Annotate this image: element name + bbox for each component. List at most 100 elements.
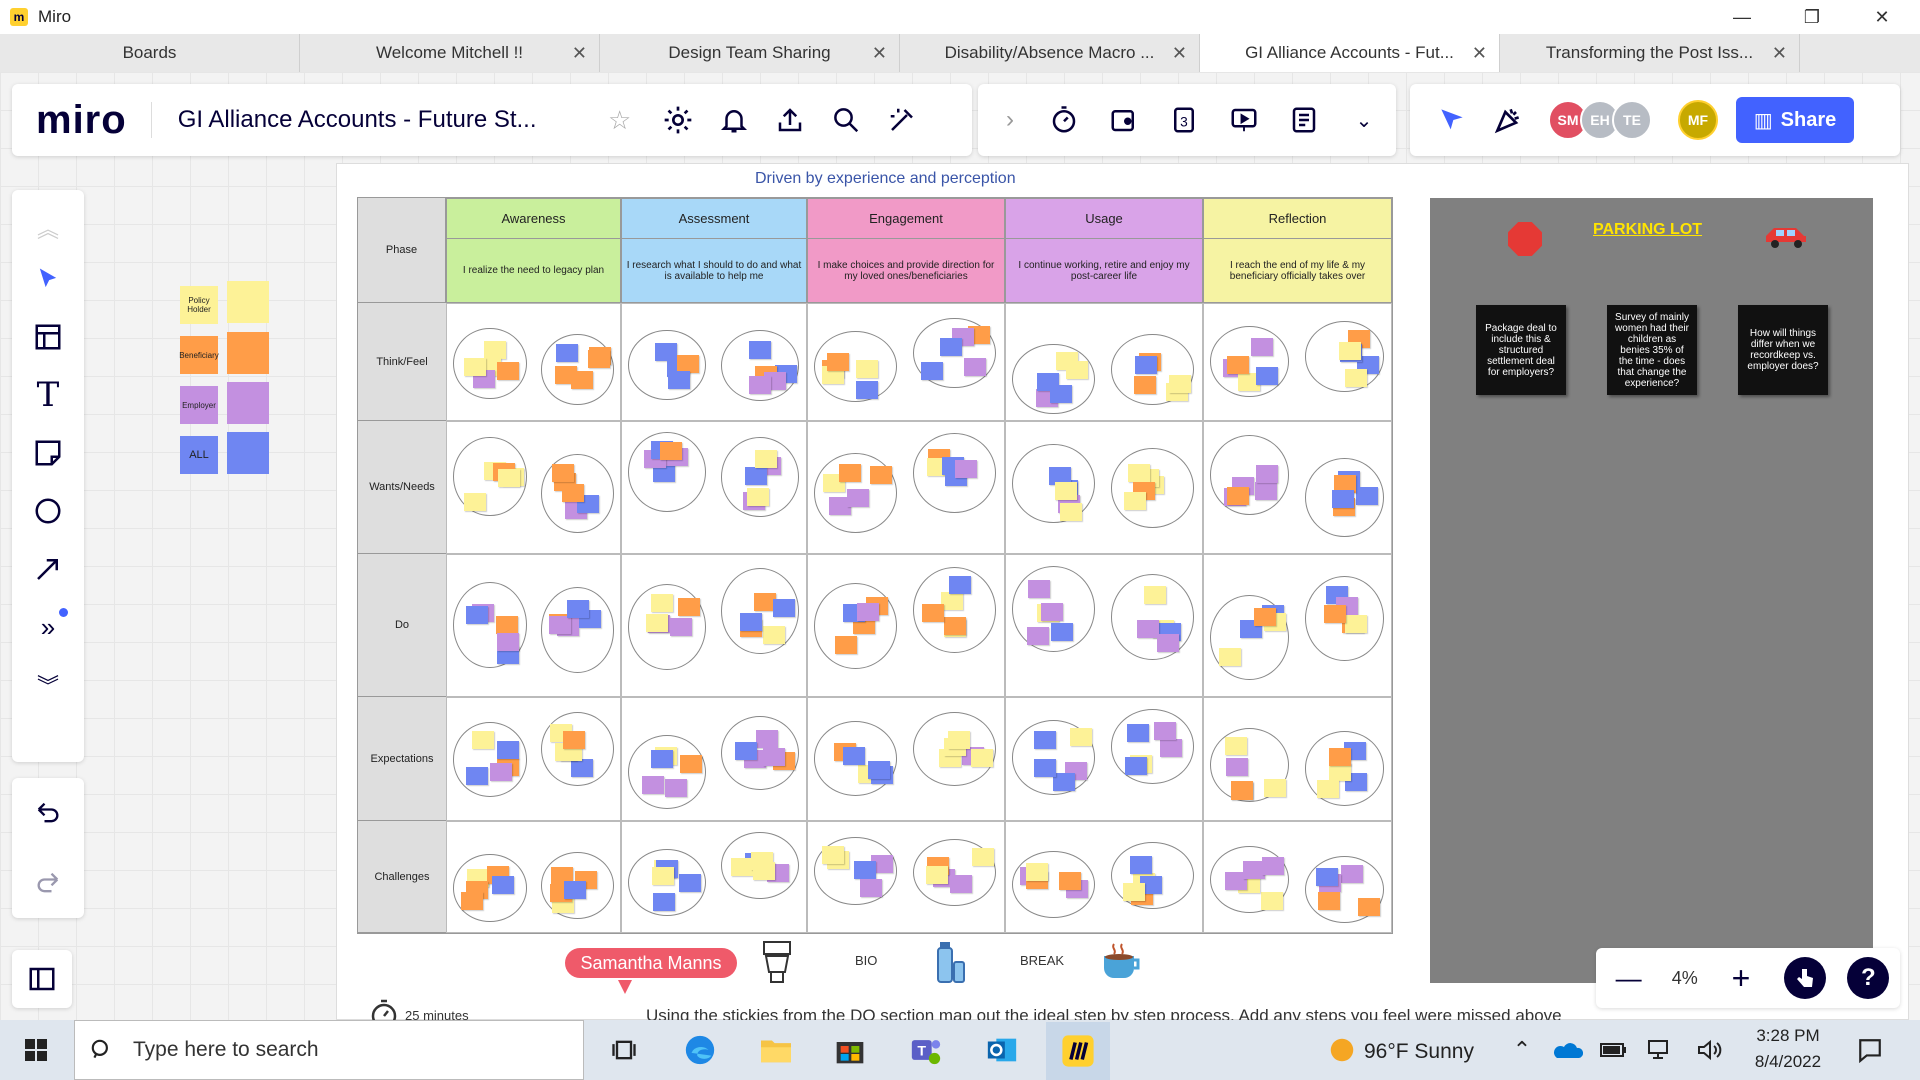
sticky-note[interactable] [1049,384,1072,403]
close-tab-icon[interactable]: ✕ [1472,43,1487,64]
settings-icon[interactable] [656,98,700,142]
sticky-note[interactable] [1127,723,1150,742]
sticky-note[interactable] [868,761,891,780]
sticky-note[interactable] [856,380,879,399]
sticky-note[interactable] [466,605,489,624]
sticky-note[interactable] [763,748,786,767]
grid-cell[interactable] [446,303,621,421]
zoom-level[interactable]: 4% [1672,968,1698,989]
sticky-note[interactable] [731,857,754,876]
sticky-note[interactable] [497,469,520,488]
close-tab-icon[interactable]: ✕ [872,43,887,64]
sticky-note[interactable] [680,755,703,774]
sticky-note[interactable] [464,357,487,376]
sticky-note[interactable] [570,758,593,777]
grid-cell[interactable] [621,821,807,933]
sticky-note[interactable] [1315,867,1338,886]
sticky-note[interactable] [755,729,778,748]
sticky-note[interactable] [1134,376,1157,395]
sticky-note[interactable] [664,779,687,798]
sticky-note[interactable] [566,600,589,619]
sticky-note[interactable] [941,591,964,610]
sticky-note[interactable] [1065,361,1088,380]
sticky-note[interactable] [552,464,575,483]
redo-icon[interactable] [18,858,78,908]
sticky-note[interactable] [1340,864,1363,883]
tab-transforming[interactable]: Transforming the Post Iss... ✕ [1500,34,1800,72]
pointer-icon[interactable] [1784,957,1827,999]
sticky-note[interactable] [854,860,877,879]
sticky-note[interactable] [1324,605,1347,624]
sticky-note[interactable] [762,625,785,644]
sticky-note[interactable] [670,618,693,637]
sticky-note[interactable] [1027,626,1050,645]
sticky-note[interactable] [642,776,665,795]
zoom-out-button[interactable]: — [1607,956,1651,1000]
close-tab-icon[interactable]: ✕ [1172,43,1187,64]
sticky-note[interactable] [772,598,795,617]
sticky-note[interactable] [753,861,776,880]
grid-cell[interactable] [807,697,1005,821]
sticky-note[interactable] [1260,891,1283,910]
grid-cell[interactable] [446,821,621,933]
windows-start-icon[interactable] [16,1030,56,1070]
shape-icon[interactable] [18,482,78,540]
sticky-note[interactable] [949,576,972,595]
tab-boards[interactable]: Boards [0,34,300,72]
tab-design-team[interactable]: Design Team Sharing ✕ [600,34,900,72]
battery-icon[interactable] [1594,1030,1634,1070]
sticky-note[interactable] [949,874,972,893]
legend-note-beneficiary[interactable]: Beneficiary [179,336,219,374]
notifications-icon[interactable] [1850,1030,1890,1070]
sticky-note[interactable] [491,875,514,894]
legend-sticky[interactable] [227,332,269,374]
sticky-note[interactable] [1040,603,1063,622]
legend-sticky[interactable] [227,281,269,323]
expand-down-icon[interactable]: ︾ [18,656,78,714]
notes-icon[interactable] [1282,98,1326,142]
sticky-group-outline[interactable] [453,854,527,922]
sticky-note[interactable] [1250,338,1273,357]
grid-cell[interactable] [1203,697,1392,821]
sticky-note[interactable] [964,357,987,376]
sticky-note[interactable] [496,633,519,652]
onedrive-icon[interactable] [1548,1030,1588,1070]
sticky-note[interactable] [1242,861,1265,880]
close-window-button[interactable]: ✕ [1852,0,1912,34]
sticky-note[interactable] [1226,486,1249,505]
timer-icon[interactable] [1042,98,1086,142]
sticky-note[interactable] [564,881,587,900]
sticky-note[interactable] [471,731,494,750]
chevron-right-icon[interactable]: › [988,98,1032,142]
task-view-icon[interactable] [604,1030,644,1070]
sticky-note[interactable] [651,593,674,612]
board-title[interactable]: GI Alliance Accounts - Future St... [178,106,598,134]
sticky-note[interactable] [922,604,945,623]
close-tab-icon[interactable]: ✕ [1772,43,1787,64]
grid-cell[interactable] [1005,821,1203,933]
sticky-note[interactable] [495,616,518,634]
sticky-note[interactable] [1357,898,1380,917]
cursor-icon[interactable] [18,250,78,308]
sticky-note[interactable] [744,466,767,485]
sticky-note[interactable] [588,350,611,369]
text-icon[interactable]: T [18,366,78,424]
sticky-note[interactable] [971,748,994,767]
miro-logo[interactable]: miro [36,98,127,143]
chevron-down-icon[interactable]: ⌄ [1342,98,1386,142]
sticky-note[interactable] [921,361,944,380]
sticky-note[interactable] [466,767,489,786]
grid-cell[interactable] [1203,554,1392,697]
board-panel-toggle[interactable] [12,950,72,1008]
grid-cell[interactable] [1005,421,1203,554]
legend-note-all[interactable]: ALL [180,436,218,474]
sticky-note[interactable] [857,602,880,621]
sticky-note[interactable] [944,617,967,636]
current-user-avatar[interactable]: MF [1678,100,1718,140]
grid-cell[interactable] [446,421,621,554]
sticky-note[interactable] [490,762,513,781]
miro-taskbar-icon[interactable] [1046,1022,1110,1080]
sticky-note[interactable] [947,731,970,750]
sticky-note[interactable] [1026,863,1049,882]
parking-note[interactable]: How will things differ when we recordkee… [1738,305,1828,395]
